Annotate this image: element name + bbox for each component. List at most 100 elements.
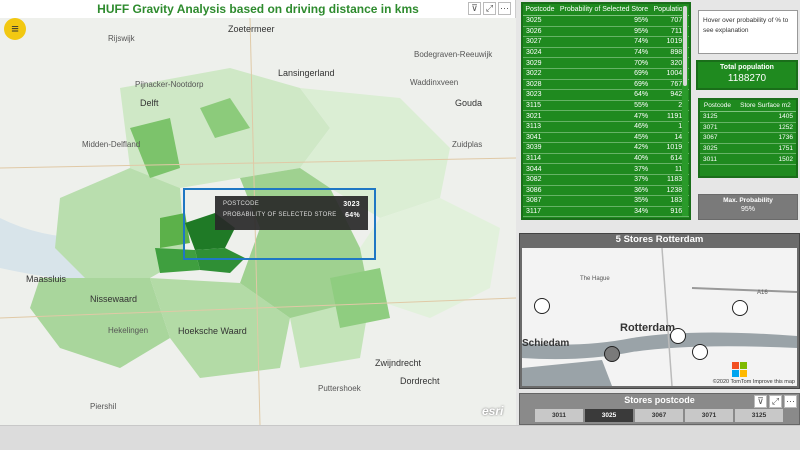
tooltip-probability-value: 64% [345, 212, 360, 219]
road [691, 287, 797, 293]
map-label-rotterdam: Rotterdam [620, 322, 676, 334]
hover-hint-card: Hover over probability of % to see expla… [698, 10, 798, 54]
table-row[interactable]: 3011 1502 [700, 153, 796, 165]
table-scrollbar[interactable] [682, 6, 688, 216]
place-label: Zoetermeer [228, 24, 275, 34]
table-row[interactable]: 311555%25 [523, 100, 689, 112]
table-cell: 40% [556, 153, 652, 165]
table-row[interactable]: 3022 69% 10040 [523, 68, 689, 80]
table-cell: 3086 [523, 185, 557, 197]
table-row[interactable]: 3117 34% 9160 [523, 206, 689, 218]
table-cell: 3113 [523, 121, 557, 133]
place-label: Rijswijk [108, 34, 135, 43]
table-cell: 3028 [523, 79, 557, 91]
table-cell: 3027 [523, 36, 557, 48]
store-pin[interactable] [534, 298, 550, 314]
total-population-card: Total population 1188270 [696, 60, 798, 90]
table-cell: 37% [556, 163, 652, 175]
table-row[interactable]: 3024 74% 8980 [523, 47, 689, 59]
more-options-icon[interactable]: ⋯ [784, 395, 797, 408]
column-header-postcode[interactable]: Postcode [700, 100, 735, 112]
table-cell: 37% [556, 174, 652, 186]
table-cell: 3087 [523, 195, 557, 207]
store-pin[interactable] [670, 328, 686, 344]
table-row[interactable]: 3027 74% 10190 [523, 36, 689, 48]
table-cell: 47% [556, 110, 652, 122]
table-row[interactable]: 3067 1736 [700, 132, 796, 144]
slicer-items: 3011 3025 3067 3071 3125 [535, 409, 783, 422]
filter-icon[interactable]: ⊽ [468, 2, 481, 15]
table-row[interactable]: 3028 69% 7675 [523, 79, 689, 91]
place-label: Lansingerland [278, 68, 335, 78]
table-row[interactable]: 3029 70% 3205 [523, 57, 689, 69]
region[interactable] [330, 268, 390, 328]
table-row[interactable]: 3087 35% 1830 [523, 195, 689, 207]
table-row[interactable]: 3125 1405 [700, 111, 796, 123]
table-cell: 3082 [523, 174, 557, 186]
table-row[interactable]: 3041 45% 140 [523, 132, 689, 144]
table-cell: 3117 [523, 206, 557, 218]
more-options-icon[interactable]: ⋯ [498, 2, 511, 15]
table-cell: 35% [556, 195, 652, 207]
slicer-item-3067[interactable]: 3067 [635, 409, 683, 422]
stores-map-canvas[interactable]: Rotterdam Schiedam The Hague A16 ©2020 T… [522, 248, 797, 386]
map-title: HUFF Gravity Analysis based on driving d… [97, 2, 419, 16]
table-row[interactable]: 3025 95% 7075 [523, 15, 689, 27]
store-pin[interactable] [692, 344, 708, 360]
table-row[interactable]: 3082 37% 11835 [523, 174, 689, 186]
table-row[interactable]: 3039 42% 10195 [523, 142, 689, 154]
slicer-item-3011[interactable]: 3011 [535, 409, 583, 422]
table-cell: 95% [556, 26, 652, 38]
table-row[interactable]: 3023 64% 9425 [523, 89, 689, 101]
table-row[interactable]: 3071 1252 [700, 122, 796, 134]
table-cell: 3024 [523, 47, 557, 59]
map-copyright[interactable]: ©2020 TomTom Improve this map [713, 379, 795, 385]
filter-icon[interactable]: ⊽ [754, 395, 767, 408]
probability-table[interactable]: Postcode Probability of Selected Store P… [521, 2, 691, 220]
table-cell: 3041 [523, 132, 557, 144]
table-cell: 95% [556, 15, 652, 27]
page-tabs-bar [0, 425, 800, 450]
table-cell: 69% [556, 68, 652, 80]
table-row[interactable]: 3026 95% 7115 [523, 26, 689, 38]
place-label: Maassluis [26, 274, 67, 284]
max-probability-value: 95% [740, 206, 755, 213]
table-row[interactable]: 3021 47% 11915 [523, 110, 689, 122]
table-cell: 3025 [700, 143, 735, 155]
column-header-probability[interactable]: Probability of Selected Store [556, 4, 652, 16]
store-surface-table[interactable]: Postcode Store Surface m2 3125 1405 3071 12… [698, 98, 798, 178]
slicer-item-3071[interactable]: 3071 [685, 409, 733, 422]
menu-icon[interactable]: ≡ [4, 18, 26, 40]
esri-attribution: esri [482, 404, 504, 418]
place-label: Zuidplas [452, 140, 483, 149]
table-row[interactable]: 3044 37% 115 [523, 163, 689, 175]
column-header-store-surface[interactable]: Store Surface m2 [734, 100, 796, 112]
table-cell: 3029 [523, 57, 557, 69]
place-label: Piershil [90, 402, 117, 411]
tooltip-postcode-label: POSTCODE [223, 201, 260, 207]
table-row[interactable]: 3025 1751 [700, 143, 796, 155]
table-row[interactable]: 3086 36% 12380 [523, 185, 689, 197]
store-pin[interactable] [732, 300, 748, 316]
slicer-item-3125[interactable]: 3125 [735, 409, 783, 422]
slicer-item-3025[interactable]: 3025 [585, 409, 633, 422]
harbor [522, 360, 612, 386]
table-cell: 45% [556, 132, 652, 144]
table-cell: 3011 [700, 153, 735, 165]
map-label-the-hague: The Hague [580, 276, 610, 282]
store-pin-selected[interactable] [604, 346, 620, 362]
focus-mode-icon[interactable]: ⤢ [769, 395, 782, 408]
place-label: Dordrecht [400, 376, 440, 386]
column-header-postcode[interactable]: Postcode [523, 4, 557, 16]
table-row[interactable]: 311346%15 [523, 121, 689, 133]
table-cell: 3067 [700, 132, 735, 144]
table-cell: 3044 [523, 163, 557, 175]
table-row[interactable]: 3114 40% 6145 [523, 153, 689, 165]
table-cell: 1405 [734, 111, 796, 123]
region[interactable] [30, 278, 170, 368]
place-label: Hekelingen [108, 326, 149, 335]
stores-map-title: 5 Stores Rotterdam [615, 234, 704, 245]
max-probability-label: Max. Probability [723, 197, 773, 204]
focus-mode-icon[interactable]: ⤢ [483, 2, 496, 15]
table-cell: 70% [556, 57, 652, 69]
